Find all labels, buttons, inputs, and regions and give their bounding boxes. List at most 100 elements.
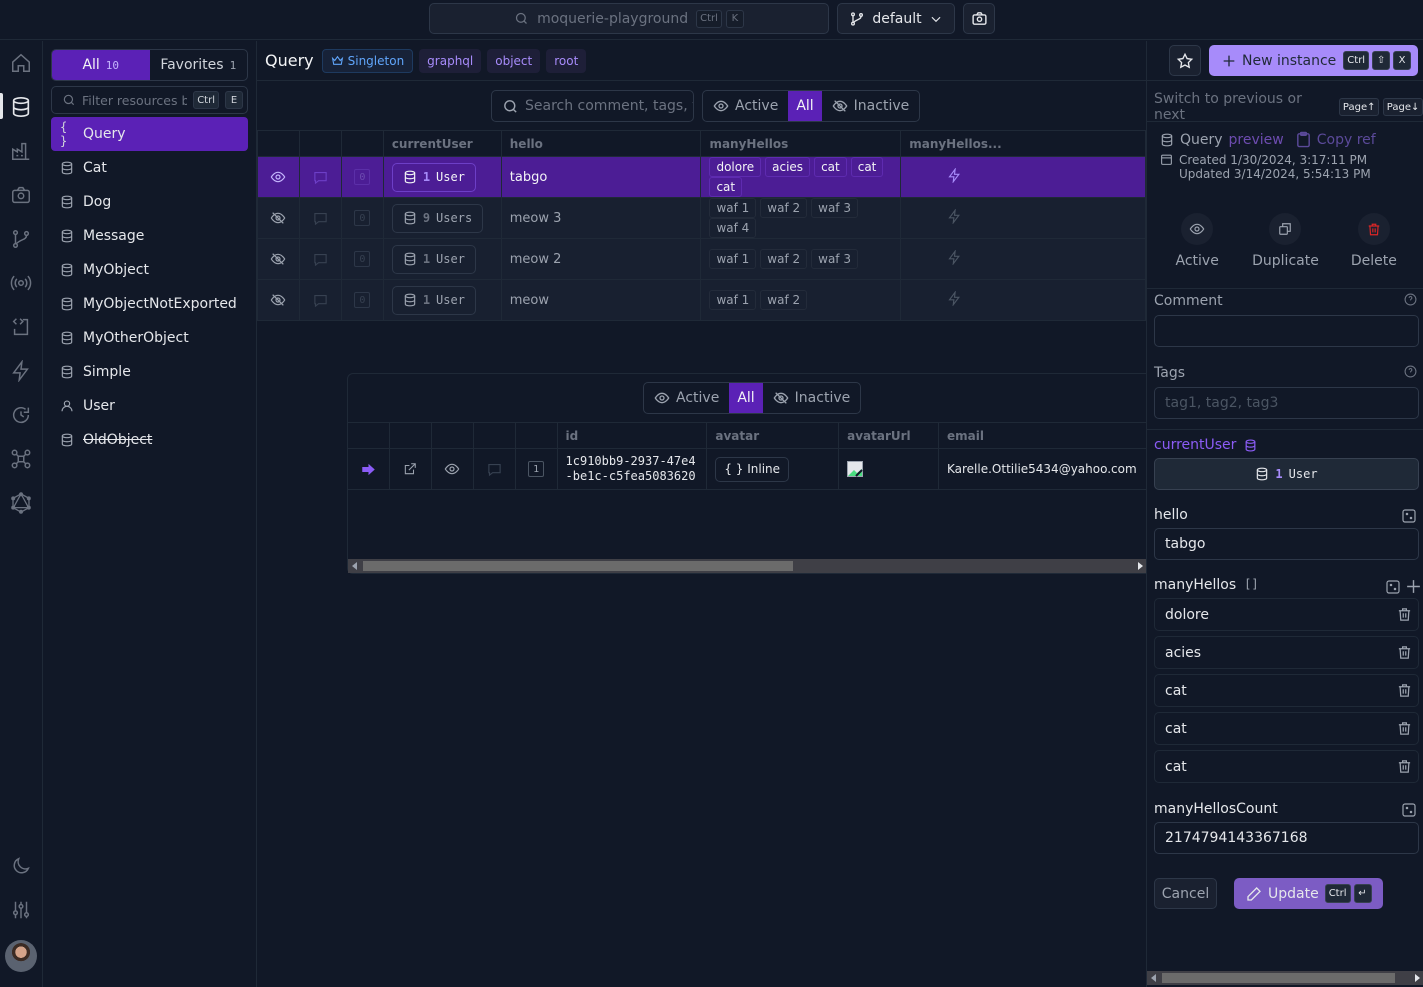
active-toggle[interactable]	[257, 238, 300, 280]
help-icon[interactable]	[1404, 365, 1417, 378]
scroll-left-arrow[interactable]	[1151, 974, 1156, 982]
dice-icon[interactable]	[1401, 508, 1417, 524]
active-toggle[interactable]	[257, 156, 300, 198]
sliders-icon[interactable]	[9, 898, 33, 922]
comment-cell[interactable]	[298, 156, 342, 198]
network-icon[interactable]	[9, 447, 33, 471]
tab-all[interactable]: All 10	[52, 50, 150, 80]
comment-cell[interactable]	[298, 279, 342, 321]
database-icon[interactable]	[9, 95, 33, 119]
trash-icon[interactable]	[1397, 606, 1412, 623]
comment-cell[interactable]	[298, 197, 342, 239]
comment-cell[interactable]	[472, 448, 516, 490]
col-header[interactable]: hello	[500, 130, 702, 157]
filter-resources-input[interactable]: Filter resources by Ctrl E	[51, 86, 248, 114]
trash-icon[interactable]	[1397, 720, 1412, 737]
code-file-icon[interactable]	[9, 315, 33, 339]
scroll-left-arrow[interactable]	[352, 562, 357, 570]
delete-button[interactable]: Delete	[1332, 213, 1416, 269]
trash-icon[interactable]	[1397, 758, 1412, 775]
col-header[interactable]: manyHellos...	[900, 130, 1146, 157]
scroll-right-arrow[interactable]	[1138, 562, 1143, 570]
duplicate-button[interactable]: Duplicate	[1243, 213, 1327, 269]
update-button[interactable]: Update Ctrl ↵	[1234, 878, 1383, 909]
comment-input[interactable]	[1154, 315, 1419, 347]
horizontal-scrollbar[interactable]	[348, 559, 1147, 573]
add-item-button[interactable]	[1405, 578, 1422, 595]
table-row[interactable]: 1 1c910bb9-2937-47e4 -be1c-c5fea5083620 …	[347, 448, 1148, 490]
resource-item-query[interactable]: { } Query	[51, 117, 248, 151]
trash-icon[interactable]	[1397, 682, 1412, 699]
favorite-button[interactable]	[1169, 45, 1201, 76]
filter-inactive[interactable]: Inactive	[822, 91, 920, 121]
col-header[interactable]: avatar	[706, 422, 840, 449]
many-hellos-item[interactable]: dolore	[1154, 598, 1419, 631]
table-row[interactable]: 0 1 User meow waf 1 waf 2	[257, 279, 1146, 321]
scroll-thumb[interactable]	[363, 561, 793, 571]
col-header[interactable]: id	[556, 422, 708, 449]
factory-icon[interactable]	[9, 139, 33, 163]
toggle-active-button[interactable]: Active	[1155, 213, 1239, 269]
open-cell[interactable]	[388, 448, 432, 490]
table-row[interactable]: 0 9 Users meow 3 waf 1 waf 2 waf 3 waf 4	[257, 197, 1146, 239]
graphql-icon[interactable]	[9, 491, 33, 515]
command-search[interactable]: moquerie-playground Ctrl K	[429, 3, 829, 34]
many-hellos-item[interactable]: acies	[1154, 636, 1419, 669]
filter-all[interactable]: All	[788, 91, 822, 121]
filter-all[interactable]: All	[729, 383, 763, 413]
home-icon[interactable]	[9, 51, 33, 75]
instance-search-input[interactable]: Search comment, tags, v	[491, 90, 694, 122]
history-icon[interactable]	[9, 403, 33, 427]
filter-active[interactable]: Active	[703, 91, 788, 121]
resource-item-myotherobject[interactable]: MyOtherObject	[51, 321, 248, 355]
filter-inactive[interactable]: Inactive	[763, 383, 861, 413]
help-icon[interactable]	[1404, 293, 1417, 306]
col-header[interactable]: avatarUrl	[838, 422, 939, 449]
resource-item-message[interactable]: Message	[51, 219, 248, 253]
resource-item-user[interactable]: User	[51, 389, 248, 423]
many-hellos-item[interactable]: cat	[1154, 750, 1419, 783]
broadcast-icon[interactable]	[9, 271, 33, 295]
user-avatar[interactable]	[5, 940, 37, 972]
resource-item-myobjectnotexported[interactable]: MyObjectNotExported	[51, 287, 248, 321]
reference-button[interactable]: 1 User	[391, 162, 476, 192]
trash-icon[interactable]	[1397, 644, 1412, 661]
active-toggle[interactable]	[430, 448, 474, 490]
reference-button[interactable]: 9 Users	[391, 203, 484, 233]
dice-icon[interactable]	[1401, 802, 1417, 818]
col-header[interactable]: currentUser	[382, 130, 502, 157]
tab-favorites[interactable]: Favorites 1	[150, 50, 248, 80]
moon-icon[interactable]	[9, 854, 33, 878]
kbd-page-up[interactable]: Page↑	[1339, 98, 1380, 116]
dice-icon[interactable]	[1385, 579, 1401, 595]
inline-object-button[interactable]: { } Inline	[715, 456, 790, 482]
hello-input[interactable]: tabgo	[1154, 528, 1419, 560]
active-toggle[interactable]	[257, 197, 300, 239]
active-toggle[interactable]	[257, 279, 300, 321]
many-hellos-item[interactable]: cat	[1154, 712, 1419, 745]
resource-item-myobject[interactable]: MyObject	[51, 253, 248, 287]
many-hellos-count-input[interactable]: 2174794143367168	[1154, 822, 1419, 854]
table-row[interactable]: 0 1 User tabgo dolore acies cat catcat	[257, 156, 1146, 198]
git-branch-icon[interactable]	[9, 227, 33, 251]
cancel-button[interactable]: Cancel	[1154, 878, 1217, 909]
copy-ref-button[interactable]: Copy ref	[1296, 131, 1376, 148]
many-hellos-item[interactable]: cat	[1154, 674, 1419, 707]
resource-item-dog[interactable]: Dog	[51, 185, 248, 219]
resource-item-cat[interactable]: Cat	[51, 151, 248, 185]
filter-active[interactable]: Active	[644, 383, 729, 413]
table-row[interactable]: 0 1 User meow 2 waf 1 waf 2 waf 3	[257, 238, 1146, 280]
kbd-page-down[interactable]: Page↓	[1383, 98, 1423, 116]
bolt-icon[interactable]	[9, 359, 33, 383]
current-user-reference-button[interactable]: 1 User	[1154, 458, 1419, 490]
camera-icon[interactable]	[9, 183, 33, 207]
scroll-right-arrow[interactable]	[1415, 974, 1420, 982]
branch-selector[interactable]: default	[837, 3, 955, 34]
resource-item-simple[interactable]: Simple	[51, 355, 248, 389]
reference-button[interactable]: 1 User	[391, 244, 476, 274]
tags-input[interactable]: tag1, tag2, tag3	[1154, 387, 1419, 419]
resource-item-oldobject[interactable]: OldObject	[51, 423, 248, 457]
snapshot-button[interactable]	[963, 3, 995, 34]
col-header[interactable]: email	[937, 422, 1148, 449]
panel-horizontal-scrollbar[interactable]	[1147, 971, 1423, 985]
